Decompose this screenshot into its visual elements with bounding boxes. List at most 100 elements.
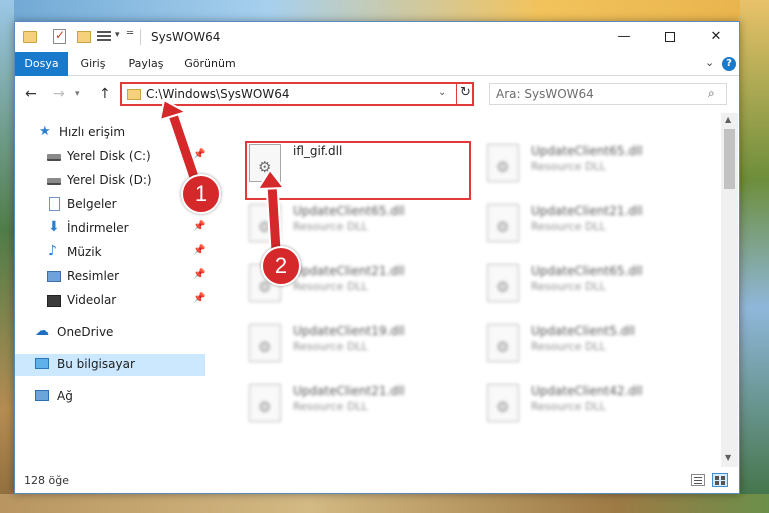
recent-locations-icon[interactable]: ▾ (75, 89, 80, 99)
status-bar: 128 öğe (15, 467, 739, 493)
sidebar-item-pictures[interactable]: Resimler 📌 (15, 266, 205, 288)
sidebar-item-label: Ağ (57, 389, 73, 403)
vertical-scrollbar[interactable]: ▲ ▼ (721, 113, 738, 467)
sidebar-item-downloads[interactable]: ⬇ İndirmeler 📌 (15, 218, 205, 240)
sidebar-item-videos[interactable]: Videolar 📌 (15, 290, 205, 312)
refresh-icon[interactable]: ↻ (460, 85, 471, 100)
picture-icon (47, 271, 61, 282)
sidebar-item-label: Müzik (67, 245, 102, 259)
sidebar-item-this-pc[interactable]: Bu bilgisayar (15, 354, 205, 376)
scroll-down-icon[interactable]: ▼ (725, 453, 731, 462)
video-icon (47, 295, 61, 307)
highlight-box (245, 141, 471, 200)
chevron-down-icon[interactable]: ⌄ (438, 87, 446, 98)
maximize-button[interactable] (647, 22, 693, 52)
minimize-icon: — (617, 29, 631, 44)
file-type: Resource DLL (293, 220, 368, 233)
file-item[interactable]: UpdateClient21.dll Resource DLL (473, 198, 703, 248)
sidebar-item-label: Bu bilgisayar (57, 357, 135, 371)
pin-icon[interactable]: 📌 (193, 149, 205, 160)
pin-icon[interactable]: 📌 (193, 245, 205, 256)
file-item[interactable]: UpdateClient5.dll Resource DLL (473, 318, 703, 368)
computer-icon (35, 358, 49, 369)
title-separator (140, 29, 141, 45)
ribbon-tabs: Dosya Giriş Paylaş Görünüm ⌄ ? (15, 52, 739, 76)
file-item[interactable]: UpdateClient65.dll Resource DLL (473, 258, 703, 308)
folder-icon (23, 31, 37, 43)
expand-ribbon-icon[interactable]: ⌄ (705, 56, 714, 69)
close-icon: ✕ (710, 29, 722, 44)
sidebar-item-onedrive[interactable]: ☁ OneDrive (15, 322, 205, 344)
file-item[interactable]: UpdateClient19.dll Resource DLL (235, 318, 465, 368)
properties-icon[interactable] (97, 29, 111, 43)
file-explorer-window: ▾ ═ SysWOW64 — ✕ Dosya Giriş Paylaş Görü… (14, 21, 740, 494)
file-name: UpdateClient5.dll (531, 324, 635, 338)
close-button[interactable]: ✕ (693, 22, 739, 52)
pin-icon[interactable]: 📌 (193, 269, 205, 280)
navigation-bar: ← → ▾ ↑ C:\Windows\SysWOW64 ⌄ ↻ ⌕ (15, 77, 739, 113)
step-2-badge: 2 (261, 246, 301, 286)
dll-file-icon (487, 144, 519, 182)
desktop-background-left (0, 0, 14, 513)
help-icon[interactable]: ? (722, 57, 736, 71)
file-item[interactable]: UpdateClient65.dll Resource DLL (235, 198, 465, 248)
sidebar-item-documents[interactable]: Belgeler (15, 194, 205, 216)
new-folder-icon[interactable] (77, 31, 91, 43)
pin-icon[interactable]: 📌 (193, 293, 205, 304)
pin-icon[interactable]: 📌 (193, 221, 205, 232)
sidebar-item-label: OneDrive (57, 325, 114, 339)
scroll-up-icon[interactable]: ▲ (725, 115, 731, 124)
properties-check-icon[interactable] (53, 28, 66, 44)
sidebar-item-network[interactable]: Ağ (15, 386, 205, 408)
sidebar-item-music[interactable]: ♪ Müzik 📌 (15, 242, 205, 264)
search-icon[interactable]: ⌕ (708, 86, 715, 101)
file-item[interactable]: UpdateClient42.dll Resource DLL (473, 378, 703, 428)
customize-toolbar-icon[interactable]: ═ (127, 28, 133, 44)
large-icons-view-icon[interactable] (712, 473, 728, 487)
tab-view[interactable]: Görünüm (181, 52, 239, 76)
up-arrow-icon[interactable]: ↑ (99, 86, 111, 102)
dll-file-icon (249, 204, 281, 242)
file-name: UpdateClient21.dll (531, 204, 643, 218)
desktop-background-top (0, 0, 769, 21)
forward-arrow-icon[interactable]: → (53, 86, 65, 102)
folder-icon (127, 89, 141, 100)
drive-icon (47, 154, 61, 161)
dll-file-icon (487, 384, 519, 422)
file-item[interactable]: UpdateClient21.dll Resource DLL (235, 378, 465, 428)
file-name: UpdateClient65.dll (293, 204, 405, 218)
file-name: UpdateClient19.dll (293, 324, 405, 338)
sidebar-item-label: Belgeler (67, 197, 117, 211)
file-name: UpdateClient65.dll (531, 144, 643, 158)
address-bar[interactable]: C:\Windows\SysWOW64 ⌄ ↻ (120, 82, 474, 106)
chevron-down-icon[interactable]: ▾ (115, 30, 120, 46)
tab-home[interactable]: Giriş (75, 52, 111, 76)
cloud-icon: ☁ (35, 323, 49, 339)
search-input[interactable] (496, 87, 696, 101)
file-type: Resource DLL (531, 400, 606, 413)
sidebar-item-local-disk-c[interactable]: Yerel Disk (C:) 📌 (15, 146, 205, 168)
sidebar-item-label: İndirmeler (67, 221, 129, 235)
file-type: Resource DLL (531, 340, 606, 353)
navigation-pane: ★ Hızlı erişim Yerel Disk (C:) 📌 Yerel D… (15, 113, 207, 467)
tab-share[interactable]: Paylaş (125, 52, 167, 76)
file-type: Resource DLL (531, 160, 606, 173)
dll-file-icon (249, 384, 281, 422)
back-arrow-icon[interactable]: ← (25, 86, 37, 102)
sidebar-item-quick-access[interactable]: ★ Hızlı erişim (15, 122, 205, 144)
sidebar-item-label: Yerel Disk (D:) (67, 173, 152, 187)
search-box[interactable]: ⌕ (489, 83, 727, 105)
sidebar-item-local-disk-d[interactable]: Yerel Disk (D:) (15, 170, 205, 192)
details-view-icon[interactable] (691, 474, 705, 486)
file-type: Resource DLL (293, 280, 368, 293)
network-icon (35, 390, 49, 401)
address-path[interactable]: C:\Windows\SysWOW64 (146, 87, 290, 101)
music-icon: ♪ (48, 243, 57, 259)
tab-file[interactable]: Dosya (15, 52, 68, 76)
scrollbar-thumb[interactable] (724, 129, 735, 189)
minimize-button[interactable]: — (601, 22, 647, 52)
file-item[interactable]: UpdateClient65.dll Resource DLL (473, 138, 703, 188)
window-title: SysWOW64 (151, 30, 221, 44)
sidebar-item-label: Videolar (67, 293, 117, 307)
file-type: Resource DLL (293, 340, 368, 353)
